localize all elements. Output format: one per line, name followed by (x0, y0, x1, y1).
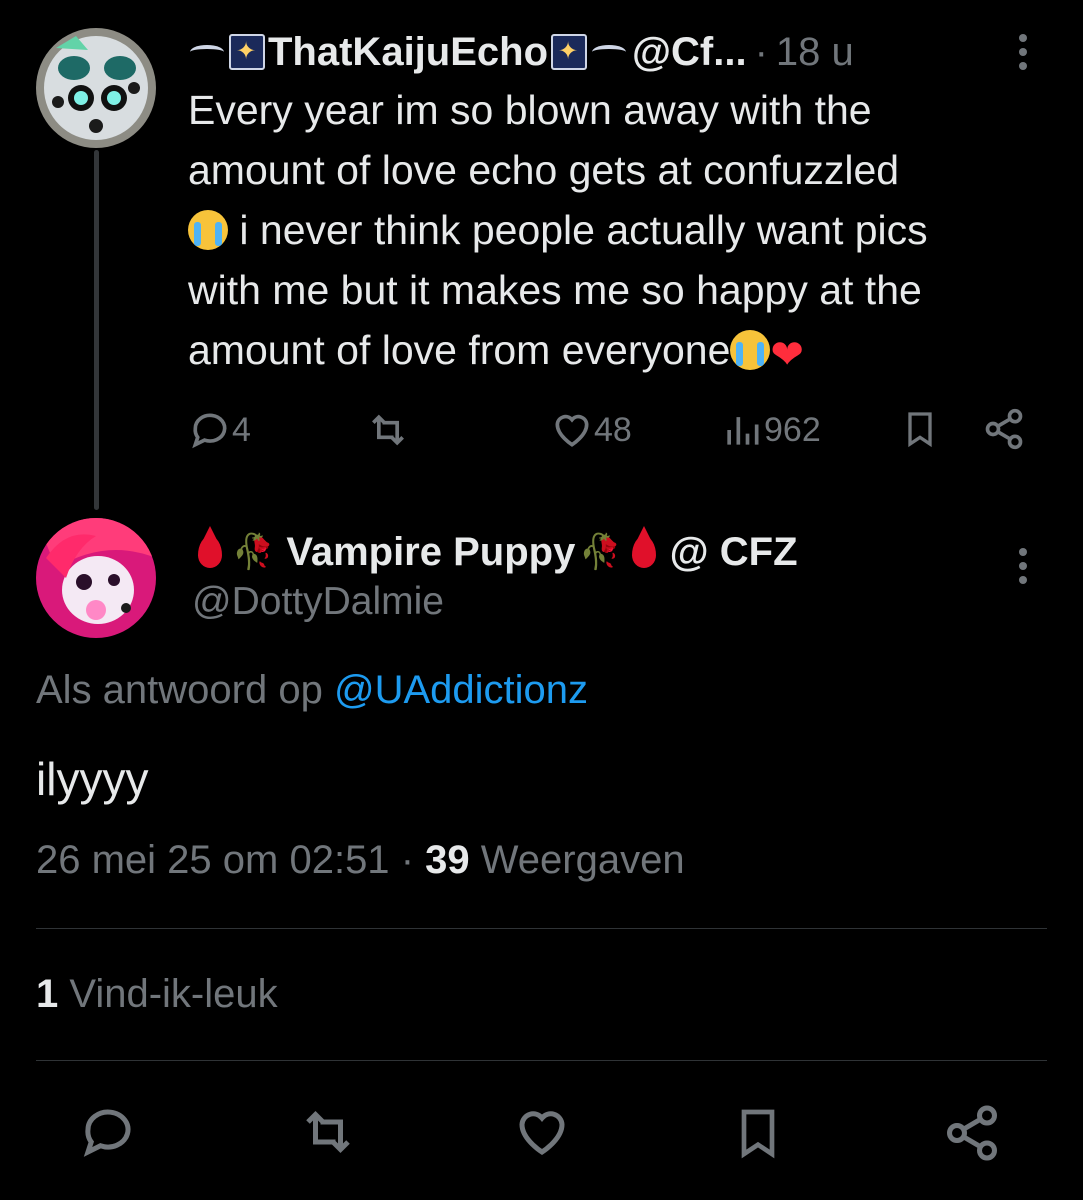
retweet-button[interactable] (364, 408, 412, 452)
like-button[interactable]: 48 (550, 408, 632, 452)
reply-display-name[interactable]: Vampire Puppy (286, 530, 575, 575)
parent-action-bar: 4 48 962 (188, 400, 1038, 460)
divider (36, 928, 1047, 929)
reply-action-bar (0, 1100, 1083, 1170)
wilted-rose-emoji-icon: 🥀 (232, 533, 275, 571)
share-icon (985, 408, 1023, 450)
reply-icon (83, 1109, 131, 1157)
reply-tweet-text: ilyyyy (36, 753, 149, 805)
tweet-line: Every year im so blown away with the (188, 87, 872, 133)
share-button[interactable] (942, 1102, 1002, 1164)
separator: · (400, 838, 415, 882)
reply-display-suffix[interactable]: @ CFZ (670, 530, 798, 575)
tweet-line: amount of love echo gets at confuzzled (188, 147, 900, 193)
reply-button[interactable]: 4 (188, 408, 251, 452)
parent-handle[interactable]: @Cf... (632, 30, 747, 75)
divider (36, 1060, 1047, 1061)
bookmark-icon (908, 412, 932, 448)
separator: · (754, 29, 768, 74)
kaiju-avatar-icon (36, 28, 156, 148)
tweet-line-with-emoji: amount of love from everyone ❤ (188, 320, 1048, 385)
wilted-rose-emoji-icon: 🥀 (579, 533, 622, 571)
heart-icon (555, 414, 589, 447)
brow-emoji-icon (190, 45, 224, 59)
replying-to-label: Als antwoord op (36, 668, 323, 712)
brow-emoji-icon (592, 45, 627, 59)
views-count: 962 (764, 410, 821, 449)
parent-timestamp[interactable]: 18 u (776, 30, 854, 75)
like-button[interactable] (512, 1102, 572, 1162)
replying-to: Als antwoord op @UAddictionz (36, 668, 588, 713)
view-label: Weergaven (480, 838, 685, 882)
replying-to-mention[interactable]: @UAddictionz (334, 668, 588, 712)
view-count: 39 (425, 838, 470, 882)
parent-tweet-text: Every year im so blown away with the amo… (188, 80, 1048, 385)
reply-button[interactable] (78, 1102, 138, 1162)
tweet-line-with-emoji: i never think people actually want pics (188, 200, 1048, 260)
views-button[interactable]: 962 (720, 408, 821, 452)
share-button[interactable] (982, 406, 1026, 452)
parent-more-icon[interactable] (1016, 34, 1030, 76)
reply-icon (192, 413, 227, 449)
tweet-meta: 26 mei 25 om 02:51 · 39 Weergaven (36, 838, 685, 883)
bookmark-button[interactable] (730, 1102, 786, 1164)
crying-emoji-icon (188, 210, 228, 250)
like-count: 48 (594, 410, 632, 449)
red-heart-emoji-icon: ❤ (770, 333, 804, 377)
parent-header: ThatKaijuEcho @Cf... · 18 u (188, 24, 854, 80)
share-icon (947, 1105, 997, 1161)
parent-display-name[interactable]: ThatKaijuEcho (268, 30, 548, 75)
tweet-line: with me but it makes me so happy at the (188, 267, 922, 313)
reply-avatar[interactable] (36, 518, 156, 638)
retweet-icon (306, 1110, 350, 1154)
bookmark-button[interactable] (900, 406, 940, 452)
retweet-button[interactable] (296, 1102, 360, 1162)
parent-avatar[interactable] (36, 28, 156, 148)
like-total: 1 (36, 972, 59, 1016)
fireworks-emoji-icon (229, 34, 265, 70)
blood-drop-emoji-icon (198, 526, 222, 568)
thread-line (94, 150, 99, 510)
retweet-icon (372, 414, 404, 446)
likes-summary[interactable]: 1 Vind-ik-leuk (36, 972, 278, 1017)
reply-handle[interactable]: @DottyDalmie (192, 580, 444, 624)
tweet-date[interactable]: 26 mei 25 om 02:51 (36, 838, 390, 882)
reply-header: 🥀 Vampire Puppy 🥀 @ CFZ (192, 524, 798, 580)
tweet-line: amount of love from everyone (188, 327, 731, 373)
bookmark-icon (741, 1109, 775, 1159)
like-label: Vind-ik-leuk (69, 972, 278, 1016)
blood-drop-emoji-icon (631, 526, 656, 568)
tweet-line: i never think people actually want pics (228, 207, 928, 253)
reply-count: 4 (232, 410, 251, 449)
crying-emoji-icon (730, 330, 771, 370)
fireworks-emoji-icon (551, 34, 588, 70)
views-icon (727, 417, 759, 445)
reply-more-icon[interactable] (1016, 548, 1030, 590)
heart-icon (519, 1111, 565, 1155)
vampire-puppy-avatar-icon (36, 518, 156, 638)
